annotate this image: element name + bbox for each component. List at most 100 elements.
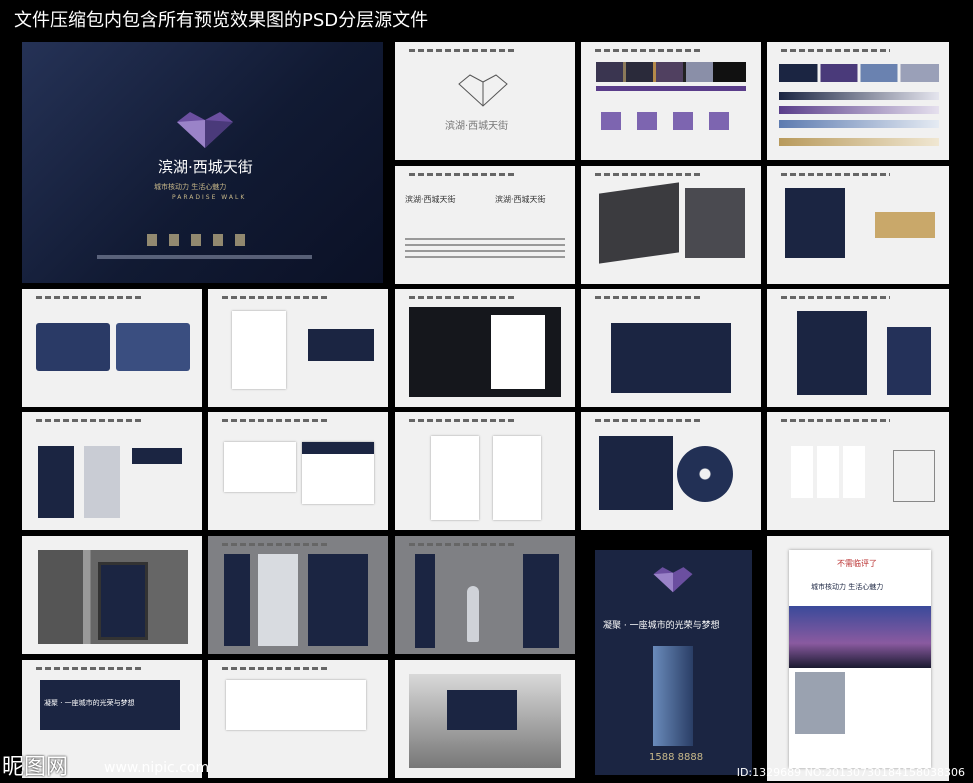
bag-large <box>797 311 867 395</box>
sheet-header <box>595 173 703 176</box>
lobby-wall-sign <box>447 690 517 730</box>
vip-card-front <box>36 323 110 371</box>
color-swatches <box>779 64 939 82</box>
ad-building <box>795 672 845 734</box>
newspaper-ad-tile: 不需临评了 城市核动力 生活心魅力 <box>767 536 949 781</box>
sheet-header <box>36 419 144 422</box>
lobby-tile <box>395 660 575 778</box>
cover-footnote <box>97 255 312 259</box>
logo-wireframe-icon <box>455 72 511 112</box>
billboard-2-tile <box>208 660 388 778</box>
sheet-header <box>409 419 517 422</box>
gradient-bar-blue <box>779 120 939 128</box>
font-specimen <box>405 238 565 258</box>
cd-disc-icon <box>677 446 733 502</box>
gold-plaque <box>875 212 935 238</box>
packaging-box <box>599 182 679 264</box>
logo-sheet-brand: 滨湖·西城天街 <box>445 121 509 132</box>
vip-card-back <box>116 323 190 371</box>
packaging-lid <box>685 188 745 258</box>
sheet-header <box>36 667 144 670</box>
wall-sign <box>785 188 845 258</box>
name-tag <box>132 448 182 464</box>
human-silhouette-icon <box>467 586 479 642</box>
cup-template <box>893 450 935 502</box>
page-title: 文件压缩包内包含所有预览效果图的PSD分层源文件 <box>14 10 429 31</box>
logo-grid-tile: 滨湖·西城天街 <box>395 42 575 160</box>
color-tile <box>767 42 949 160</box>
sheet-header <box>781 296 891 299</box>
sheet-header <box>36 296 144 299</box>
envelope-tile <box>208 412 388 530</box>
banner-tile <box>208 536 388 654</box>
wayfinding-tile <box>395 536 575 654</box>
sheet-header <box>222 296 330 299</box>
sheet-header <box>409 173 517 176</box>
document-folder <box>431 436 479 520</box>
sheet-header <box>781 173 891 176</box>
billboard-2 <box>226 680 366 730</box>
color-bar <box>596 86 746 91</box>
sheet-header <box>409 296 517 299</box>
partner-logos <box>147 234 257 246</box>
watermark-site: 昵图网 <box>2 755 69 780</box>
sheet-header <box>595 49 703 52</box>
logo-variants <box>601 112 741 130</box>
cups-tile <box>767 412 949 530</box>
folder-tile <box>395 412 575 530</box>
sheet-header <box>409 49 517 52</box>
pylon-sign <box>523 554 559 648</box>
typography-tile: 滨湖·西城天街 滨湖·西城天街 <box>395 166 575 284</box>
vip-card-tile <box>22 289 202 407</box>
brand-logo-icon <box>172 108 238 150</box>
envelope-front <box>224 442 296 492</box>
ad-skyline <box>789 606 931 668</box>
sheet-header <box>409 543 517 546</box>
envelope-back <box>302 442 374 504</box>
cover-slogan: 城市核动力 生活心魅力 <box>154 183 227 191</box>
mood-photos <box>596 62 746 82</box>
cover-english: PARADISE WALK <box>172 194 247 201</box>
gradient-bar-navy <box>779 92 939 100</box>
badge-navy <box>38 446 74 518</box>
badge-tile <box>22 412 202 530</box>
sheet-header <box>595 419 703 422</box>
bag-tile <box>581 289 761 407</box>
directional-sign <box>415 554 435 648</box>
poster-phone: 1588 8888 <box>649 752 704 763</box>
poster-headline: 凝聚 · 一座城市的光荣与梦想 <box>603 621 720 631</box>
business-card <box>308 329 374 361</box>
sheet-header <box>222 543 330 546</box>
banner-1 <box>224 554 250 646</box>
cd-sleeve <box>599 436 673 510</box>
document-envelope <box>493 436 541 520</box>
badge-grey <box>84 446 120 518</box>
ad-title: 不需临评了 <box>837 559 877 568</box>
gradient-bar-purple <box>779 106 939 114</box>
sheet-header <box>781 419 891 422</box>
letterhead-tile <box>208 289 388 407</box>
shopping-bag <box>611 323 731 393</box>
bag-small <box>887 327 931 395</box>
poster-tile: 凝聚 · 一座城市的光荣与梦想 1588 8888 <box>595 550 752 775</box>
watermark-url: www.nipic.com <box>104 760 210 776</box>
cover-tile: 滨湖·西城天街 城市核动力 生活心魅力 PARADISE WALK <box>22 42 383 283</box>
brand-left: 滨湖·西城天街 <box>405 195 456 204</box>
banner-2 <box>258 554 298 646</box>
gradient-bar-gold <box>779 138 939 146</box>
image-id: ID:1329689 NO:20130730184158038306 <box>736 766 965 779</box>
sheet-header <box>781 49 891 52</box>
envelope-white <box>491 315 545 389</box>
bag-set-tile <box>767 289 949 407</box>
cover-brand: 滨湖·西城天街 <box>158 158 253 176</box>
sheet-header <box>222 667 330 670</box>
lightbox-tile <box>22 536 202 654</box>
stationery-tile <box>395 289 575 407</box>
poster-logo-icon <box>650 564 696 594</box>
box-tile <box>581 166 761 284</box>
lightbox <box>98 562 148 640</box>
poster-towers <box>653 646 693 746</box>
cd-tile <box>581 412 761 530</box>
paper-cups <box>791 446 867 498</box>
billboard-line: 凝聚 · 一座城市的光荣与梦想 <box>44 699 135 707</box>
